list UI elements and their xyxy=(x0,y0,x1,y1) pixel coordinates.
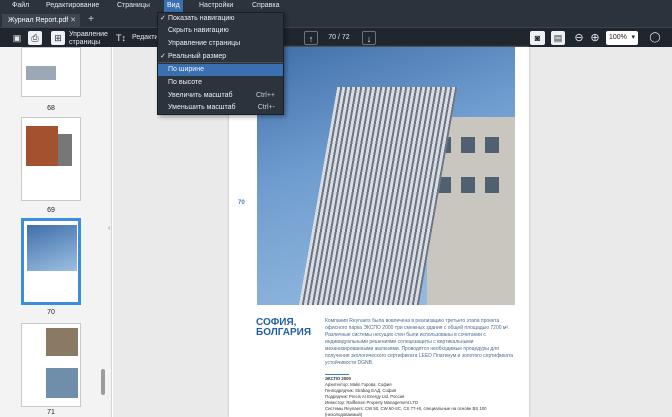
save-icon[interactable]: ▣ xyxy=(10,31,24,45)
menu-item-label: По высоте xyxy=(168,79,202,86)
thumbnail-page-69[interactable] xyxy=(21,117,81,201)
menu-bar: Файл Редактирование Страницы Вид Настрой… xyxy=(0,0,672,12)
text-edit-icon[interactable]: T↕ xyxy=(114,31,128,45)
menu-item-fit-height[interactable]: По высоте xyxy=(158,77,283,89)
building-photo xyxy=(257,47,515,305)
thumbnail-page-71[interactable] xyxy=(21,323,81,407)
checkmark-icon: ✓ xyxy=(160,53,166,60)
menu-item-actual-size[interactable]: ✓ Реальный размер xyxy=(158,51,283,63)
menu-item-label: По ширине xyxy=(168,66,204,73)
window xyxy=(485,177,499,193)
menu-item-show-navigation[interactable]: ✓ Показать навигацию xyxy=(158,13,283,25)
thumbnail-image xyxy=(27,225,77,271)
close-tab-icon[interactable]: ✕ xyxy=(70,14,76,27)
menu-item-zoom-out[interactable]: Уменьшить масштаб Ctrl+- xyxy=(158,102,283,114)
article-title: СОФИЯ, БОЛГАРИЯ xyxy=(256,318,311,338)
edit-label[interactable]: Редакти xyxy=(132,34,158,42)
thumbnail-label: 70 xyxy=(47,309,55,316)
menu-file[interactable]: Файл xyxy=(12,0,29,12)
page-number: 70 xyxy=(238,200,245,206)
credits-divider xyxy=(325,374,349,375)
credit-line: Системы Reynaers: CW 50, CW 60-SC, CS 77… xyxy=(325,406,487,417)
pdf-editor-window: Файл Редактирование Страницы Вид Настрой… xyxy=(0,0,672,417)
thumbnail-page-70[interactable] xyxy=(21,218,81,305)
view-menu-dropdown: ✓ Показать навигацию Скрыть навигацию Уп… xyxy=(157,12,284,115)
article-title-line2: БОЛГАРИЯ xyxy=(256,327,312,338)
window xyxy=(485,137,499,153)
menu-item-manage-pages[interactable]: Управление страницы xyxy=(158,38,283,50)
collapse-sidebar-icon[interactable]: ‹ xyxy=(108,225,110,232)
read-mode-icon[interactable]: ◙ xyxy=(530,31,545,45)
zoom-out-icon[interactable]: ⊖ xyxy=(572,31,586,45)
thumbnail-image xyxy=(46,368,78,398)
article-credits: ЭКСПО 2000 Архитектор: Malin Горова, Соф… xyxy=(325,376,515,417)
page-view-icon[interactable]: ▤ xyxy=(551,31,565,45)
toolbar: ▣ ⎙ ⊞ Управление страницы T↕ Редакти ↑ 7… xyxy=(0,27,672,47)
menu-item-label: Реальный размер xyxy=(168,53,227,60)
rotate-icon[interactable]: ◯ xyxy=(648,31,662,45)
page-indicator[interactable]: 70 / 72 xyxy=(324,31,354,45)
menu-view[interactable]: Вид xyxy=(164,0,183,12)
menu-item-shortcut: Ctrl++ xyxy=(255,92,275,99)
article-body: Компания Reynaers была вовлечена в реали… xyxy=(325,318,514,366)
menu-item-shortcut: Ctrl+- xyxy=(257,104,275,111)
menu-item-fit-width[interactable]: По ширине xyxy=(158,64,283,76)
menu-pages[interactable]: Страницы xyxy=(117,0,150,12)
thumbnail-page-68[interactable] xyxy=(21,47,81,97)
menu-item-label: Управление страницы xyxy=(168,40,241,47)
next-page-icon[interactable]: ↓ xyxy=(362,31,376,45)
menu-item-label: Скрыть навигацию xyxy=(168,27,229,34)
previous-page-icon[interactable]: ↑ xyxy=(304,31,318,45)
menu-item-zoom-in[interactable]: Увеличить масштаб Ctrl++ xyxy=(158,90,283,102)
menu-item-hide-navigation[interactable]: Скрыть навигацию xyxy=(158,25,283,37)
manage-pages-label[interactable]: Управление страницы xyxy=(69,31,109,47)
new-tab-button[interactable]: + xyxy=(84,14,98,27)
thumbnail-label: 69 xyxy=(47,207,55,214)
document-tab-title: Журнал Report.pdf xyxy=(8,17,69,24)
zoom-select[interactable]: 100% xyxy=(606,31,638,45)
document-tab[interactable]: Журнал Report.pdf ✕ xyxy=(2,14,80,27)
thumbnail-sidebar: 68 69 70 71 xyxy=(0,47,112,417)
thumbnail-image xyxy=(26,126,58,166)
menu-item-label: Показать навигацию xyxy=(168,15,235,22)
window xyxy=(461,137,475,153)
menu-edit[interactable]: Редактирование xyxy=(46,0,99,12)
print-icon[interactable]: ⎙ xyxy=(28,31,42,45)
window xyxy=(461,177,475,193)
menu-item-label: Увеличить масштаб xyxy=(168,92,233,99)
zoom-in-icon[interactable]: ⊕ xyxy=(588,31,602,45)
thumbnail-image xyxy=(26,66,56,80)
menu-item-label: Уменьшить масштаб xyxy=(168,104,236,111)
menu-settings[interactable]: Настройки xyxy=(199,0,233,12)
sidebar-scrollbar[interactable] xyxy=(101,369,105,395)
manage-pages-icon[interactable]: ⊞ xyxy=(51,31,65,45)
tab-bar: Журнал Report.pdf ✕ + xyxy=(0,12,672,27)
thumbnail-image xyxy=(46,328,78,356)
thumbnail-label: 71 xyxy=(47,409,55,416)
checkmark-icon: ✓ xyxy=(160,15,166,22)
thumbnail-image xyxy=(58,134,72,166)
thumbnail-label: 68 xyxy=(47,105,55,112)
menu-help[interactable]: Справка xyxy=(252,0,279,12)
